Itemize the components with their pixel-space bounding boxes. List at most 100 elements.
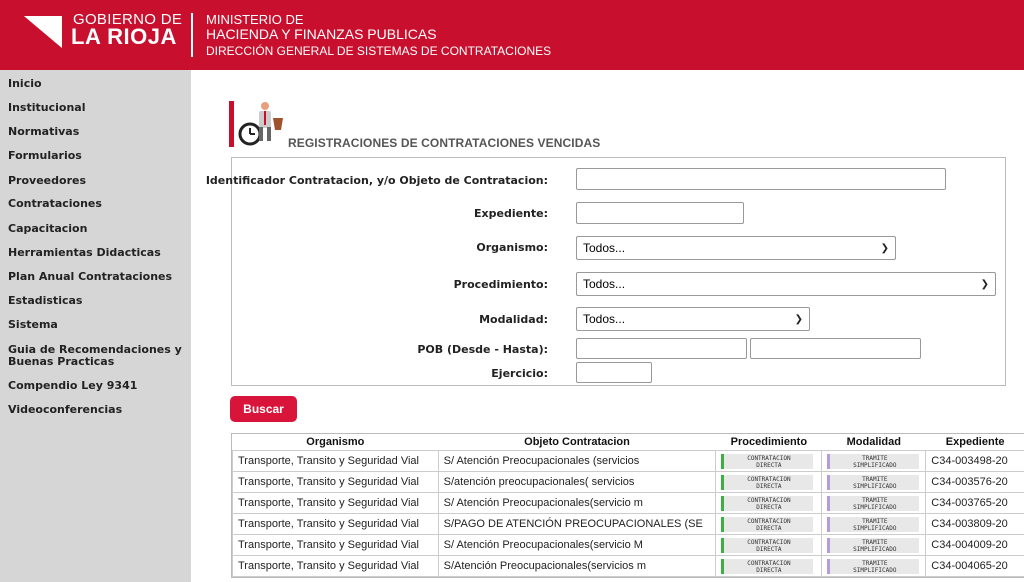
procedimiento-select[interactable]: Todos... ❯ xyxy=(576,272,996,296)
col-objeto[interactable]: Objeto Contratacion xyxy=(438,434,716,451)
table-row[interactable]: Transporte, Transito y Seguridad Vial S/… xyxy=(232,555,1024,577)
modalidad-badge: TRAMITE SIMPLIFICADO xyxy=(827,495,920,511)
sidebar-item-proveedores[interactable]: Proveedores xyxy=(8,175,188,187)
cell-expediente: C34-003765-20 xyxy=(925,492,1024,514)
procedimiento-badge: CONTRATACION DIRECTA xyxy=(721,537,814,553)
badge-line1: CONTRATACION xyxy=(747,496,791,504)
cell-expediente: C34-003809-20 xyxy=(925,513,1024,535)
col-expediente[interactable]: Expediente xyxy=(926,434,1024,451)
cell-procedimiento: CONTRATACION DIRECTA xyxy=(715,492,823,514)
procedimiento-badge: CONTRATACION DIRECTA xyxy=(721,453,814,469)
cell-organismo: Transporte, Transito y Seguridad Vial xyxy=(232,450,439,472)
sidebar-item-sistema[interactable]: Sistema xyxy=(8,319,188,331)
chevron-down-icon: ❯ xyxy=(880,242,889,254)
badge-line2: DIRECTA xyxy=(756,503,782,511)
cell-organismo: Transporte, Transito y Seguridad Vial xyxy=(232,492,439,514)
modalidad-badge: TRAMITE SIMPLIFICADO xyxy=(827,516,920,532)
cell-procedimiento: CONTRATACION DIRECTA xyxy=(715,471,823,493)
results-table: Organismo Objeto Contratacion Procedimie… xyxy=(231,433,1024,578)
cell-modalidad: TRAMITE SIMPLIFICADO xyxy=(821,492,927,514)
identificador-label: Identificador Contratacion, y/o Objeto d… xyxy=(205,174,548,187)
cell-procedimiento: CONTRATACION DIRECTA xyxy=(715,534,823,556)
badge-line2: DIRECTA xyxy=(756,545,782,553)
cell-modalidad: TRAMITE SIMPLIFICADO xyxy=(821,555,927,577)
col-modalidad[interactable]: Modalidad xyxy=(822,434,926,451)
badge-line1: TRAMITE xyxy=(862,454,888,462)
badge-line1: CONTRATACION xyxy=(747,538,791,546)
page-title: REGISTRACIONES DE CONTRATACIONES VENCIDA… xyxy=(288,136,601,150)
table-row[interactable]: Transporte, Transito y Seguridad Vial S/… xyxy=(232,450,1024,472)
pob-label: POB (Desde - Hasta): xyxy=(417,343,548,356)
sidebar-item-videoconferencias[interactable]: Videoconferencias xyxy=(8,404,188,416)
sidebar-item-normativas[interactable]: Normativas xyxy=(8,126,188,138)
chevron-down-icon: ❯ xyxy=(794,313,803,325)
cell-modalidad: TRAMITE SIMPLIFICADO xyxy=(821,513,927,535)
cell-expediente: C34-003576-20 xyxy=(925,471,1024,493)
badge-line2: DIRECTA xyxy=(756,566,782,574)
sidebar-item-institucional[interactable]: Institucional xyxy=(8,102,188,114)
cell-procedimiento: CONTRATACION DIRECTA xyxy=(715,555,823,577)
modalidad-select[interactable]: Todos... ❯ xyxy=(576,307,810,331)
ejercicio-label: Ejercicio: xyxy=(491,367,548,380)
cell-organismo: Transporte, Transito y Seguridad Vial xyxy=(232,534,439,556)
badge-line1: TRAMITE xyxy=(862,475,888,483)
procedimiento-label: Procedimiento: xyxy=(453,278,548,291)
modalidad-label: Modalidad: xyxy=(479,313,548,326)
table-row[interactable]: Transporte, Transito y Seguridad Vial S/… xyxy=(232,492,1024,514)
sidebar-item-formularios[interactable]: Formularios xyxy=(8,150,188,162)
cell-objeto: S/atención preocupacionales( servicios xyxy=(437,471,717,493)
gov-line2: LA RIOJA xyxy=(71,24,177,49)
sidebar-item-inicio[interactable]: Inicio xyxy=(8,78,188,90)
badge-line1: TRAMITE xyxy=(862,496,888,504)
badge-line2: DIRECTA xyxy=(756,524,782,532)
expediente-input[interactable] xyxy=(576,202,744,224)
pob-desde-input[interactable] xyxy=(576,338,747,359)
cell-procedimiento: CONTRATACION DIRECTA xyxy=(715,450,823,472)
pob-hasta-input[interactable] xyxy=(750,338,921,359)
badge-line2: SIMPLIFICADO xyxy=(853,461,897,469)
modalidad-badge: TRAMITE SIMPLIFICADO xyxy=(827,453,920,469)
modalidad-badge: TRAMITE SIMPLIFICADO xyxy=(827,537,920,553)
cell-objeto: S/PAGO DE ATENCIÓN PREOCUPACIONALES (SE xyxy=(437,513,717,535)
col-organismo[interactable]: Organismo xyxy=(233,434,439,451)
modalidad-select-value: Todos... xyxy=(583,312,626,326)
sidebar-item-capacitacion[interactable]: Capacitacion xyxy=(8,223,188,235)
table-row[interactable]: Transporte, Transito y Seguridad Vial S/… xyxy=(232,471,1024,493)
table-row[interactable]: Transporte, Transito y Seguridad Vial S/… xyxy=(232,534,1024,556)
organismo-select[interactable]: Todos... ❯ xyxy=(576,236,896,260)
cell-organismo: Transporte, Transito y Seguridad Vial xyxy=(232,555,439,577)
sidebar-item-estadisticas[interactable]: Estadisticas xyxy=(8,295,188,307)
cell-expediente: C34-004065-20 xyxy=(925,555,1024,577)
sidebar-item-plan-anual[interactable]: Plan Anual Contrataciones xyxy=(8,271,188,283)
sidebar-item-compendio[interactable]: Compendio Ley 9341 xyxy=(8,380,188,392)
organismo-select-value: Todos... xyxy=(583,241,626,255)
cell-organismo: Transporte, Transito y Seguridad Vial xyxy=(232,471,439,493)
la-rioja-logo-icon xyxy=(24,16,62,48)
ejercicio-input[interactable] xyxy=(576,362,652,383)
sidebar-item-contrataciones[interactable]: Contrataciones xyxy=(8,198,188,210)
procedimiento-badge: CONTRATACION DIRECTA xyxy=(721,558,814,574)
ministry-line1: MINISTERIO DE xyxy=(206,12,304,27)
badge-line2: SIMPLIFICADO xyxy=(853,545,897,553)
identificador-input[interactable] xyxy=(576,168,946,190)
cell-modalidad: TRAMITE SIMPLIFICADO xyxy=(821,471,927,493)
modalidad-badge: TRAMITE SIMPLIFICADO xyxy=(827,558,920,574)
col-procedimiento[interactable]: Procedimiento xyxy=(716,434,822,451)
site-header: GOBIERNO DE LA RIOJA MINISTERIO DE HACIE… xyxy=(0,0,1024,70)
badge-line1: TRAMITE xyxy=(862,559,888,567)
cell-procedimiento: CONTRATACION DIRECTA xyxy=(715,513,823,535)
modalidad-badge: TRAMITE SIMPLIFICADO xyxy=(827,474,920,490)
badge-line2: DIRECTA xyxy=(756,482,782,490)
table-header-row: Organismo Objeto Contratacion Procedimie… xyxy=(233,434,1024,451)
cell-organismo: Transporte, Transito y Seguridad Vial xyxy=(232,513,439,535)
cell-modalidad: TRAMITE SIMPLIFICADO xyxy=(821,534,927,556)
badge-line2: SIMPLIFICADO xyxy=(853,503,897,511)
ministry-line3: DIRECCIÓN GENERAL DE SISTEMAS DE CONTRAT… xyxy=(206,44,552,58)
buscar-button[interactable]: Buscar xyxy=(230,396,297,422)
sidebar-item-guia[interactable]: Guia de Recomendaciones y Buenas Practic… xyxy=(8,344,188,368)
badge-line1: TRAMITE xyxy=(862,517,888,525)
badge-line2: SIMPLIFICADO xyxy=(853,524,897,532)
table-row[interactable]: Transporte, Transito y Seguridad Vial S/… xyxy=(232,513,1024,535)
sidebar-item-herramientas[interactable]: Herramientas Didacticas xyxy=(8,247,188,259)
badge-line2: SIMPLIFICADO xyxy=(853,566,897,574)
